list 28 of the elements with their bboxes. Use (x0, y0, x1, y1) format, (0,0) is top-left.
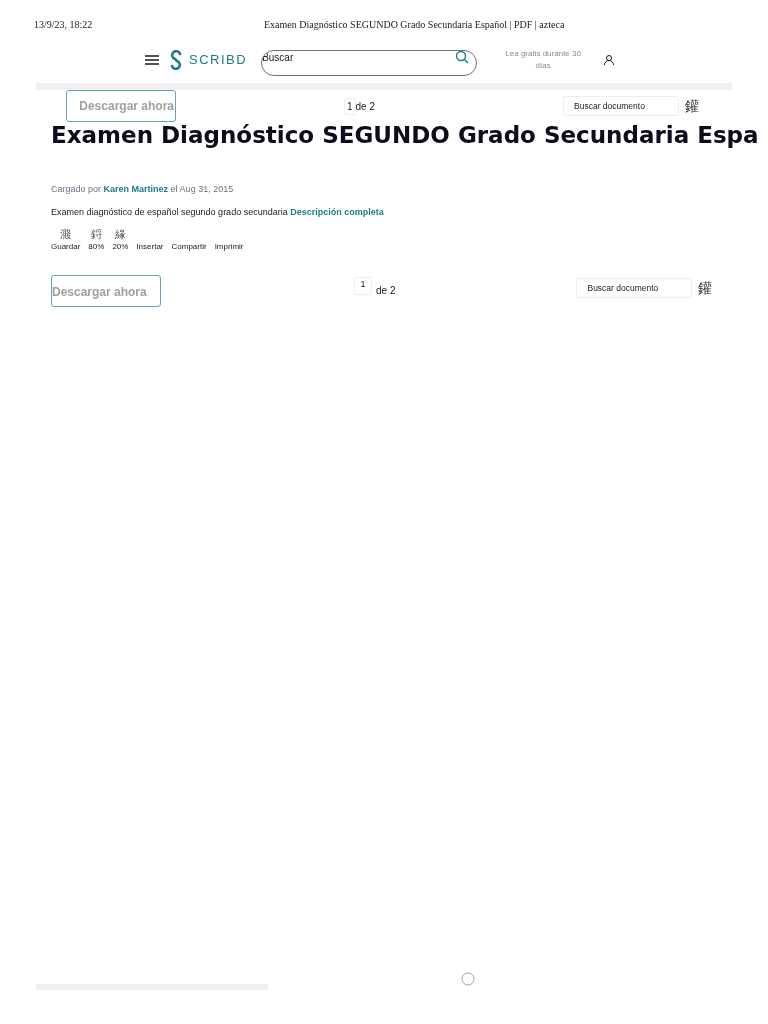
author-link[interactable]: Karen Martinez (103, 183, 169, 194)
search-icon[interactable] (455, 49, 470, 64)
document-title: Examen Diagnóstico SEGUNDO Grado Secundaria Espa (51, 121, 760, 150)
document-search-field[interactable]: Buscar documento (576, 277, 693, 298)
page-total: de 2 (355, 99, 376, 114)
loading-icon (461, 972, 475, 986)
page-number-field[interactable]: 1 (344, 97, 356, 115)
logo-icon (169, 50, 183, 70)
action-button[interactable]: Imprimir (214, 240, 244, 253)
action-button[interactable]: 濺 Guardar (51, 227, 81, 253)
upload-info: Cargado por Karen Martinez el Aug 31, 2015 (51, 182, 235, 196)
page-total: de 2 (376, 283, 396, 298)
free-trial-link[interactable]: Lea gratis durante 30 días (499, 48, 588, 72)
action-button[interactable]: 鋝 80% (88, 227, 105, 253)
action-button[interactable]: Insertar (136, 240, 164, 253)
page-number-field[interactable]: 1 (354, 276, 372, 295)
action-button[interactable]: Compartir (171, 240, 207, 253)
glyph-icon[interactable]: 鑵 (698, 277, 713, 299)
full-description-link[interactable]: Descripción completa (290, 207, 384, 217)
document-search-field[interactable]: Buscar documento (563, 96, 680, 116)
page-title: Examen Diagnóstico SEGUNDO Grado Secundaria Español | PDF | azteca (264, 18, 565, 32)
action-button[interactable]: 緣 20% (112, 227, 129, 253)
menu-icon[interactable] (145, 55, 159, 65)
document-description: Examen diagnóstico de español segundo grado secundaria Descripción completa (51, 206, 385, 219)
scribd-logo[interactable]: SCRIBD (189, 50, 248, 70)
glyph-icon[interactable]: 鑵 (685, 95, 700, 117)
print-date: 13/9/23, 18:22 (34, 18, 94, 32)
user-icon[interactable] (603, 54, 616, 66)
